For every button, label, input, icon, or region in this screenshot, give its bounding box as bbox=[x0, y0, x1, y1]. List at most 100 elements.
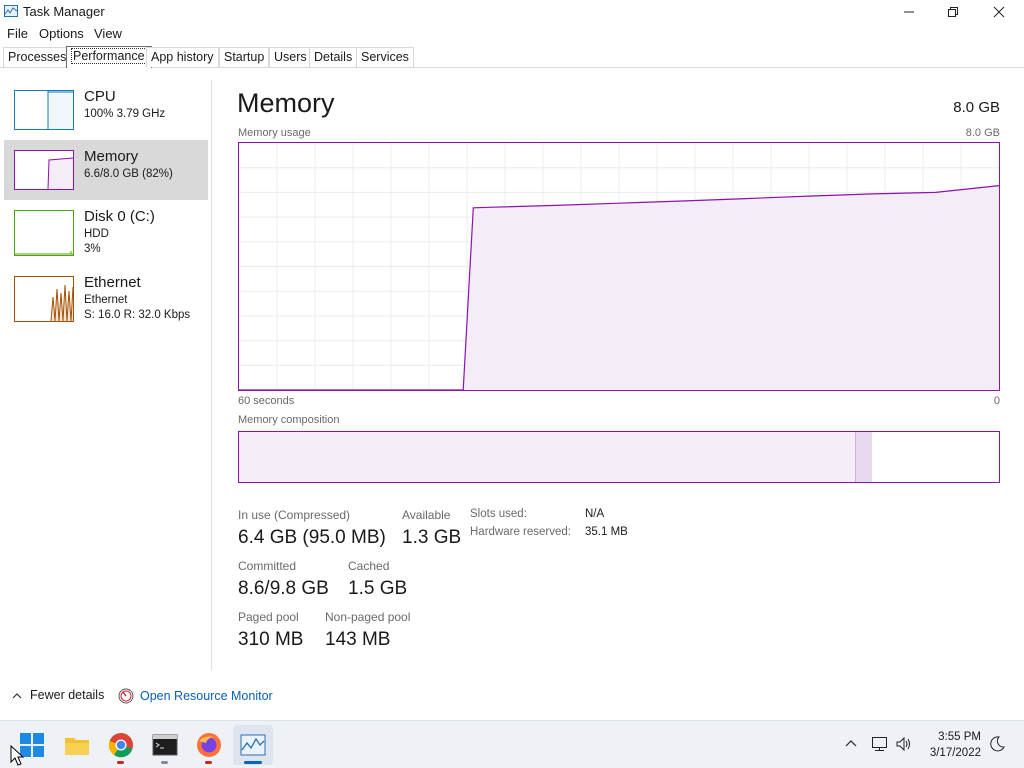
close-button[interactable] bbox=[976, 0, 1022, 24]
memory-composition-bar bbox=[238, 431, 1000, 483]
sidebar-ethernet-throughput: S: 16.0 R: 32.0 Kbps bbox=[84, 309, 191, 321]
task-manager-icon[interactable] bbox=[240, 732, 266, 758]
graph-time-right: 0 bbox=[993, 395, 1000, 407]
fewer-details-label: Fewer details bbox=[30, 688, 105, 702]
memory-usage-max: 8.0 GB bbox=[965, 127, 1000, 139]
page-title: Memory bbox=[237, 88, 335, 118]
task-manager-window: Task Manager File Options View Processes… bbox=[0, 0, 1024, 768]
chrome-running-indicator bbox=[117, 761, 124, 764]
slots-used-label: Slots used: bbox=[470, 508, 527, 520]
tab-services[interactable]: Services bbox=[356, 47, 414, 67]
tab-label: Performance bbox=[71, 48, 147, 64]
non-paged-pool-value: 143 MB bbox=[325, 629, 391, 650]
tab-label: Details bbox=[314, 50, 353, 64]
restore-icon bbox=[948, 7, 958, 17]
disk-thumbnail bbox=[14, 210, 74, 256]
tab-processes[interactable]: Processes bbox=[3, 47, 72, 67]
ethernet-thumbnail bbox=[14, 276, 74, 322]
in-use-label: In use (Compressed) bbox=[238, 508, 351, 522]
tab-details[interactable]: Details bbox=[309, 47, 358, 67]
tab-label: Processes bbox=[8, 50, 67, 64]
resource-monitor-icon bbox=[118, 688, 134, 704]
tab-users[interactable]: Users bbox=[269, 47, 312, 67]
task-manager-app-icon bbox=[4, 5, 18, 17]
composition-modified bbox=[854, 432, 873, 482]
tab-app-history[interactable]: App history bbox=[146, 47, 219, 67]
composition-in-use bbox=[239, 432, 855, 482]
available-value: 1.3 GB bbox=[402, 527, 462, 548]
non-paged-pool-label: Non-paged pool bbox=[325, 610, 411, 624]
menu-file[interactable]: File bbox=[7, 26, 28, 41]
minimize-button[interactable] bbox=[886, 0, 932, 24]
firefox-running-indicator bbox=[205, 761, 212, 764]
sidebar-cpu-name: CPU bbox=[84, 88, 116, 105]
menu-view[interactable]: View bbox=[94, 26, 122, 41]
minimize-icon bbox=[904, 11, 914, 13]
resource-monitor-label: Open Resource Monitor bbox=[140, 689, 273, 703]
paged-pool-label: Paged pool bbox=[238, 610, 299, 624]
slots-used-value: N/A bbox=[585, 508, 605, 520]
show-hidden-icons-chevron-icon[interactable] bbox=[845, 739, 857, 747]
cached-label: Cached bbox=[348, 559, 390, 573]
hardware-reserved-value: 35.1 MB bbox=[585, 526, 628, 538]
tab-label: Services bbox=[361, 50, 409, 64]
focus-assist-moon-icon[interactable] bbox=[988, 735, 1006, 753]
memory-capacity: 8.0 GB bbox=[953, 99, 1000, 116]
memory-usage-label: Memory usage bbox=[238, 127, 311, 139]
cached-value: 1.5 GB bbox=[348, 578, 408, 599]
fewer-details-button[interactable]: Fewer details bbox=[12, 688, 104, 702]
volume-icon[interactable] bbox=[895, 736, 913, 752]
footer-bar: Fewer details Open Resource Monitor bbox=[0, 680, 1024, 712]
sidebar-memory-detail: 6.6/8.0 GB (82%) bbox=[84, 168, 173, 180]
sidebar-item-memory[interactable]: Memory 6.6/8.0 GB (82%) bbox=[4, 140, 208, 200]
performance-sidebar: CPU 100% 3.79 GHz Memory 6.6/8.0 GB (82%… bbox=[0, 80, 212, 670]
close-icon bbox=[993, 6, 1005, 18]
cpu-thumbnail bbox=[14, 90, 74, 130]
memory-composition-label: Memory composition bbox=[238, 414, 340, 426]
sidebar-ethernet-adapter: Ethernet bbox=[84, 294, 128, 306]
sidebar-item-disk[interactable]: Disk 0 (C:) HDD 3% bbox=[4, 200, 208, 260]
tab-label: Startup bbox=[224, 50, 265, 64]
sidebar-cpu-detail: 100% 3.79 GHz bbox=[84, 108, 166, 120]
tab-startup[interactable]: Startup bbox=[219, 47, 270, 67]
window-title: Task Manager bbox=[23, 4, 105, 19]
committed-label: Committed bbox=[238, 559, 297, 573]
graph-time-left: 60 seconds bbox=[238, 395, 295, 407]
chevron-up-icon bbox=[12, 692, 22, 698]
title-bar: Task Manager bbox=[0, 0, 1024, 24]
memory-usage-chart bbox=[239, 143, 1000, 391]
hardware-reserved-label: Hardware reserved: bbox=[470, 526, 571, 538]
terminal-icon[interactable] bbox=[152, 732, 178, 758]
open-resource-monitor-link[interactable]: Open Resource Monitor bbox=[118, 688, 273, 704]
sidebar-disk-type: HDD bbox=[84, 228, 109, 240]
menu-bar: File Options View bbox=[0, 24, 1024, 44]
chrome-icon[interactable] bbox=[108, 732, 134, 758]
sidebar-disk-name: Disk 0 (C:) bbox=[84, 208, 155, 225]
sidebar-memory-name: Memory bbox=[84, 148, 139, 165]
taskbar-clock[interactable]: 3:55 PM 3/17/2022 bbox=[930, 729, 981, 761]
mouse-cursor-icon bbox=[10, 745, 24, 766]
tab-performance[interactable]: Performance bbox=[66, 46, 152, 68]
memory-usage-graph bbox=[238, 142, 1000, 391]
taskbar: 3:55 PM 3/17/2022 bbox=[0, 720, 1024, 768]
sidebar-ethernet-name: Ethernet bbox=[84, 274, 141, 291]
available-label: Available bbox=[402, 508, 451, 522]
sidebar-disk-usage: 3% bbox=[84, 243, 101, 255]
in-use-value: 6.4 GB (95.0 MB) bbox=[238, 527, 386, 548]
menu-options[interactable]: Options bbox=[39, 26, 84, 41]
memory-thumbnail bbox=[14, 150, 74, 190]
tab-label: Users bbox=[274, 50, 307, 64]
firefox-icon[interactable] bbox=[196, 732, 222, 758]
clock-time: 3:55 PM bbox=[938, 731, 981, 743]
terminal-running-indicator bbox=[161, 761, 168, 764]
task-manager-active-indicator bbox=[244, 761, 262, 764]
network-icon[interactable] bbox=[871, 736, 889, 752]
file-explorer-icon[interactable] bbox=[64, 732, 90, 758]
paged-pool-value: 310 MB bbox=[238, 629, 304, 650]
committed-value: 8.6/9.8 GB bbox=[238, 578, 329, 599]
sidebar-item-ethernet[interactable]: Ethernet Ethernet S: 16.0 R: 32.0 Kbps bbox=[4, 266, 208, 326]
restore-button[interactable] bbox=[930, 0, 976, 24]
clock-date: 3/17/2022 bbox=[929, 747, 981, 759]
tab-strip: Processes Performance App history Startu… bbox=[0, 46, 1024, 68]
sidebar-item-cpu[interactable]: CPU 100% 3.79 GHz bbox=[4, 80, 208, 140]
